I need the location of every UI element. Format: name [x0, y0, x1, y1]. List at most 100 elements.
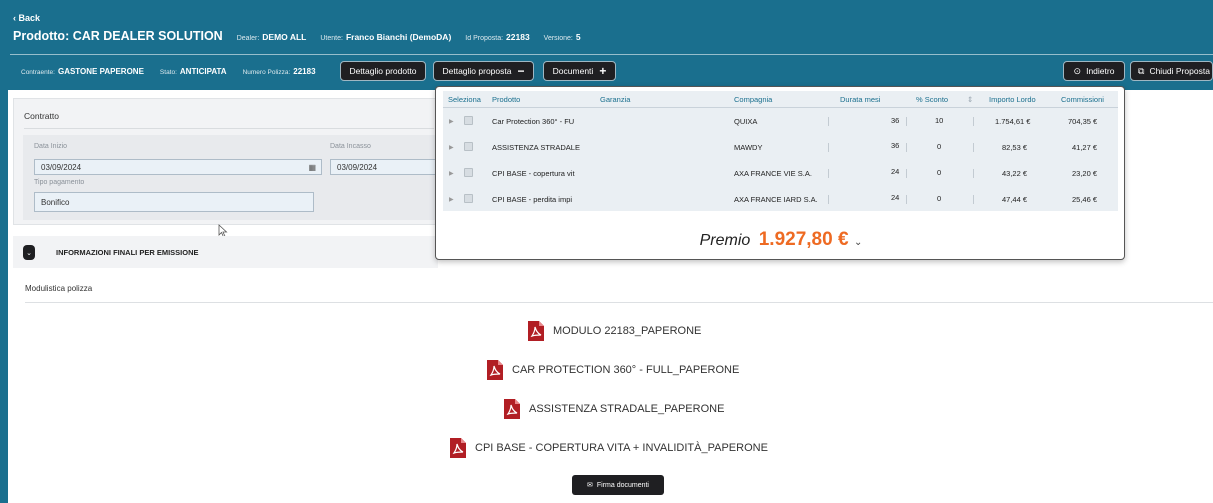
commissioni-cell: 704,35 € [1068, 117, 1098, 126]
double-chevron-down-icon[interactable]: ⌄ [23, 245, 35, 260]
sconto-cell: 0 [937, 142, 942, 151]
circle-arrow-icon: ⊙ [1073, 65, 1082, 76]
pdf-icon [450, 438, 466, 458]
sconto-cell: 10 [935, 116, 944, 125]
informazioni-finali-title: INFORMAZIONI FINALI PER EMISSIONE [56, 248, 199, 257]
documenti-button[interactable]: Documenti + [543, 61, 616, 81]
durata-cell: 36 [891, 141, 900, 150]
tipo-pagamento-select[interactable]: Bonifico [34, 192, 314, 212]
dettaglio-proposta-popover: Seleziona Prodotto Garanzia Compagnia Du… [435, 86, 1125, 260]
indietro-button[interactable]: ⊙ Indietro [1063, 61, 1125, 81]
table-row[interactable]: ▶ Car Protection 360° - FU QUIXA 36 10 1… [443, 110, 1118, 134]
minus-icon: − [517, 64, 525, 78]
modulistica-title: Modulistica polizza [25, 284, 93, 293]
expand-row-icon[interactable]: ▶ [449, 196, 454, 203]
sort-icon[interactable]: ⇕ [967, 95, 973, 104]
proposta-value: 22183 [506, 32, 530, 42]
cell-divider [973, 117, 974, 126]
documenti-label: Documenti [552, 66, 594, 76]
chevron-down-icon[interactable]: ⌄ [854, 237, 862, 248]
proposta-label: Id Proposta: [465, 35, 504, 42]
contratto-form: Data Inizio 03/09/2024 ▦ Data Incasso 03… [23, 135, 439, 220]
column-header[interactable]: Commissioni [1061, 95, 1104, 104]
compagnia-cell: MAWDY [734, 143, 763, 152]
table-row[interactable]: ▶ ASSISTENZA STRADALE MAWDY 36 0 82,53 €… [443, 136, 1118, 160]
commissioni-cell: 25,46 € [1072, 195, 1098, 204]
table-row[interactable]: ▶ CPI BASE - copertura vit AXA FRANCE VI… [443, 162, 1118, 186]
document-name: CPI BASE - COPERTURA VITA + INVALIDITÀ_P… [475, 442, 768, 454]
column-header[interactable]: Seleziona [448, 95, 481, 104]
left-accent-bar [0, 90, 8, 503]
versione-label: Versione: [543, 35, 573, 42]
informazioni-finali-panel[interactable]: ⌄ INFORMAZIONI FINALI PER EMISSIONE [13, 236, 438, 268]
sconto-cell: 0 [937, 194, 942, 203]
plus-icon: + [599, 64, 607, 78]
prodotto-cell: ASSISTENZA STRADALE [492, 143, 580, 152]
expand-row-icon[interactable]: ▶ [449, 118, 454, 125]
firma-documenti-label: Firma documenti [596, 481, 649, 489]
table-header-divider [443, 107, 1118, 108]
document-link[interactable]: CPI BASE - COPERTURA VITA + INVALIDITÀ_P… [450, 438, 768, 458]
contraente-value: GASTONE PAPERONE [57, 67, 144, 76]
indietro-label: Indietro [1086, 66, 1115, 76]
prodotto-cell: Car Protection 360° - FU [492, 117, 575, 126]
contract-info: Contraente: GASTONE PAPERONE Stato: ANTI… [21, 67, 316, 76]
contratto-card: Contratto Data Inizio 03/09/2024 ▦ Data … [13, 98, 439, 225]
select-checkbox[interactable] [464, 116, 473, 125]
chiudi-proposta-label: Chiudi Proposta [1149, 66, 1210, 76]
commissioni-cell: 23,20 € [1072, 169, 1098, 178]
calendar-icon[interactable]: ▦ [308, 163, 316, 172]
data-inizio-field[interactable]: 03/09/2024 ▦ [34, 159, 322, 175]
cell-divider [828, 117, 829, 126]
back-link[interactable]: ‹ Back [13, 13, 40, 23]
cell-divider [973, 169, 974, 178]
cell-divider [973, 195, 974, 204]
cell-divider [906, 169, 907, 178]
column-header[interactable]: Prodotto [492, 95, 520, 104]
data-incasso-field[interactable]: 03/09/2024 [330, 159, 439, 175]
premio-total[interactable]: Premio 1.927,80 € ⌄ [436, 229, 1126, 251]
column-header[interactable]: Garanzia [600, 95, 630, 104]
select-checkbox[interactable] [464, 168, 473, 177]
stato-value: ANTICIPATA [179, 67, 227, 76]
select-checkbox[interactable] [464, 194, 473, 203]
utente-value: Franco Bianchi (DemoDA) [345, 32, 452, 42]
premio-label: Premio [699, 232, 751, 249]
dealer-label: Dealer: [236, 35, 260, 42]
chiudi-proposta-button[interactable]: ⧉ Chiudi Proposta [1130, 61, 1213, 81]
importo-cell: 1.754,61 € [995, 117, 1031, 126]
dettaglio-proposta-button[interactable]: Dettaglio proposta − [433, 61, 534, 81]
document-link[interactable]: ASSISTENZA STRADALE_PAPERONE [504, 399, 724, 419]
durata-cell: 24 [891, 167, 900, 176]
prodotto-cell: CPI BASE - perdita impi [492, 195, 573, 204]
data-incasso-label: Data Incasso [330, 143, 371, 150]
data-inizio-value: 03/09/2024 [41, 163, 82, 172]
dettaglio-prodotto-button[interactable]: Dettaglio prodotto [340, 61, 426, 81]
app-header: ‹ Back Prodotto: CAR DEALER SOLUTION Dea… [0, 0, 1213, 90]
select-checkbox[interactable] [464, 142, 473, 151]
stato-label: Stato: [159, 69, 177, 76]
premio-value: 1.927,80 € [758, 229, 849, 250]
expand-row-icon[interactable]: ▶ [449, 170, 454, 177]
header-divider [10, 54, 1213, 55]
cell-divider [828, 143, 829, 152]
firma-documenti-button[interactable]: ✉ Firma documenti [572, 475, 664, 495]
cell-divider [828, 195, 829, 204]
cell-divider [906, 195, 907, 204]
column-header[interactable]: Durata mesi [840, 95, 880, 104]
importo-cell: 43,22 € [1002, 169, 1028, 178]
document-link[interactable]: MODULO 22183_PAPERONE [528, 321, 701, 341]
external-link-icon: ⧉ [1138, 65, 1145, 76]
table-row[interactable]: ▶ CPI BASE - perdita impi AXA FRANCE IAR… [443, 188, 1118, 212]
product-title: Prodotto: CAR DEALER SOLUTION [13, 29, 223, 43]
tipo-pagamento-label: Tipo pagamento [34, 179, 85, 186]
contraente-label: Contraente: [21, 69, 55, 76]
expand-row-icon[interactable]: ▶ [449, 144, 454, 151]
column-header[interactable]: Importo Lordo [989, 95, 1036, 104]
versione-value: 5 [575, 32, 581, 42]
data-incasso-value: 03/09/2024 [337, 163, 378, 172]
column-header[interactable]: % Sconto [916, 95, 948, 104]
polizza-value: 22183 [293, 67, 316, 76]
document-link[interactable]: CAR PROTECTION 360° - FULL_PAPERONE [487, 360, 739, 380]
column-header[interactable]: Compagnia [734, 95, 772, 104]
